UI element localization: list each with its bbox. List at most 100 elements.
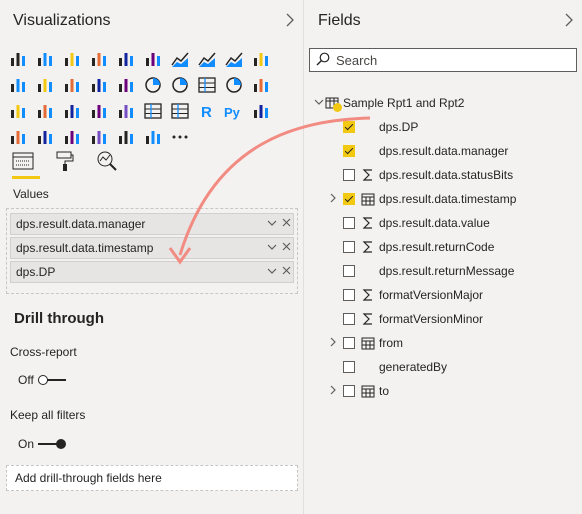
values-well-area[interactable]: dps.result.data.manager dps.result.data.… xyxy=(6,208,298,294)
filled-map-icon[interactable] xyxy=(247,72,274,98)
keep-all-filters-toggle[interactable]: On xyxy=(18,437,67,451)
kpi-icon[interactable] xyxy=(85,98,112,124)
slicer-icon[interactable] xyxy=(112,98,139,124)
field-label: formatVersionMinor xyxy=(379,312,484,326)
field-item[interactable]: dps.result.returnMessage xyxy=(327,260,514,282)
field-item[interactable]: formatVersionMinor xyxy=(327,308,483,330)
clustered-column-icon[interactable] xyxy=(85,46,112,72)
field-item[interactable]: dps.DP xyxy=(327,116,418,138)
stacked-area-icon[interactable] xyxy=(220,46,247,72)
more-visuals-icon[interactable] xyxy=(166,124,193,150)
clustered-bar-icon[interactable] xyxy=(58,46,85,72)
r-visual-icon[interactable]: R xyxy=(193,98,220,124)
chevron-down-icon[interactable] xyxy=(265,218,279,230)
field-checkbox[interactable] xyxy=(343,169,355,181)
chevron-right-icon[interactable] xyxy=(327,193,339,206)
field-checkbox[interactable] xyxy=(343,385,355,397)
drop-zone-placeholder: Add drill-through fields here xyxy=(15,471,162,485)
table-node[interactable]: Sample Rpt1 and Rpt2 xyxy=(313,92,464,114)
field-label: dps.result.data.manager xyxy=(379,144,509,158)
pie-chart-icon[interactable] xyxy=(139,72,166,98)
chevron-right-icon[interactable] xyxy=(327,337,339,350)
search-box[interactable] xyxy=(309,48,577,72)
chevron-down-icon[interactable] xyxy=(313,98,325,109)
add-drill-through-drop-zone[interactable]: Add drill-through fields here xyxy=(6,465,298,491)
map-icon[interactable] xyxy=(220,72,247,98)
analytics-magnifier-icon[interactable] xyxy=(96,150,118,172)
field-icon-spacer xyxy=(361,144,375,158)
field-checkbox[interactable] xyxy=(343,241,355,253)
field-checkbox[interactable] xyxy=(343,289,355,301)
field-item[interactable]: dps.result.data.timestamp xyxy=(327,188,516,210)
field-item[interactable]: dps.result.data.statusBits xyxy=(327,164,513,186)
matrix-icon[interactable] xyxy=(166,98,193,124)
field-checkbox[interactable] xyxy=(343,193,355,205)
sigma-icon xyxy=(361,168,375,182)
power-automate-icon[interactable] xyxy=(139,124,166,150)
toggle-switch[interactable] xyxy=(37,375,66,385)
field-item[interactable]: generatedBy xyxy=(327,356,447,378)
field-checkbox[interactable] xyxy=(343,217,355,229)
key-influencers-icon[interactable] xyxy=(247,98,274,124)
chevron-right-icon[interactable] xyxy=(562,12,576,28)
field-item[interactable]: dps.result.data.value xyxy=(327,212,490,234)
field-item[interactable]: to xyxy=(327,380,389,402)
waterfall-icon[interactable] xyxy=(58,72,85,98)
close-icon[interactable] xyxy=(279,266,293,278)
well-field-manager[interactable]: dps.result.data.manager xyxy=(10,213,294,235)
cross-report-toggle[interactable]: Off xyxy=(18,373,66,387)
field-checkbox[interactable] xyxy=(343,145,355,157)
funnel-icon[interactable] xyxy=(85,72,112,98)
table-icon[interactable] xyxy=(139,98,166,124)
power-apps-icon[interactable] xyxy=(112,124,139,150)
chevron-down-icon[interactable] xyxy=(265,242,279,254)
stacked-bar-icon[interactable] xyxy=(4,46,31,72)
field-label: dps.result.data.value xyxy=(379,216,490,230)
area-chart-icon[interactable] xyxy=(193,46,220,72)
chevron-down-icon[interactable] xyxy=(265,266,279,278)
field-label: to xyxy=(379,384,390,398)
paginated-report-icon[interactable] xyxy=(58,124,85,150)
line-clustered-column-icon[interactable] xyxy=(4,72,31,98)
paint-roller-icon[interactable] xyxy=(54,150,76,172)
python-visual-icon[interactable]: Py xyxy=(220,98,247,124)
chevron-right-icon[interactable] xyxy=(327,385,339,398)
field-item[interactable]: dps.result.data.manager xyxy=(327,140,508,162)
line-column-icon[interactable] xyxy=(247,46,274,72)
gauge-icon[interactable] xyxy=(4,98,31,124)
100-bar-icon[interactable] xyxy=(112,46,139,72)
visual-gallery-row xyxy=(4,46,294,72)
cross-report-label: Cross-report xyxy=(10,345,77,359)
ribbon-chart-icon[interactable] xyxy=(31,72,58,98)
decomposition-tree-icon[interactable] xyxy=(4,124,31,150)
chevron-right-icon[interactable] xyxy=(283,12,297,28)
well-field-dp[interactable]: dps.DP xyxy=(10,261,294,283)
qa-icon[interactable] xyxy=(31,124,58,150)
donut-chart-icon[interactable] xyxy=(166,72,193,98)
card-icon[interactable] xyxy=(31,98,58,124)
multirow-card-icon[interactable] xyxy=(58,98,85,124)
field-item[interactable]: dps.result.returnCode xyxy=(327,236,494,258)
fields-well-icon[interactable] xyxy=(12,150,34,172)
field-item[interactable]: formatVersionMajor xyxy=(327,284,483,306)
field-checkbox[interactable] xyxy=(343,313,355,325)
treemap-icon[interactable] xyxy=(193,72,220,98)
table-icon xyxy=(325,96,342,112)
visual-gallery-row xyxy=(4,124,294,150)
close-icon[interactable] xyxy=(279,218,293,230)
field-checkbox[interactable] xyxy=(343,337,355,349)
field-checkbox[interactable] xyxy=(343,361,355,373)
field-checkbox[interactable] xyxy=(343,265,355,277)
line-chart-icon[interactable] xyxy=(166,46,193,72)
search-input[interactable] xyxy=(336,52,566,68)
well-field-timestamp[interactable]: dps.result.data.timestamp xyxy=(10,237,294,259)
field-checkbox[interactable] xyxy=(343,121,355,133)
100-column-icon[interactable] xyxy=(139,46,166,72)
scatter-icon[interactable] xyxy=(112,72,139,98)
toggle-switch[interactable] xyxy=(38,439,67,449)
field-item[interactable]: from xyxy=(327,332,403,354)
close-icon[interactable] xyxy=(279,242,293,254)
stacked-column-icon[interactable] xyxy=(31,46,58,72)
checked-indicator-icon xyxy=(333,103,342,112)
arcgis-map-icon[interactable] xyxy=(85,124,112,150)
